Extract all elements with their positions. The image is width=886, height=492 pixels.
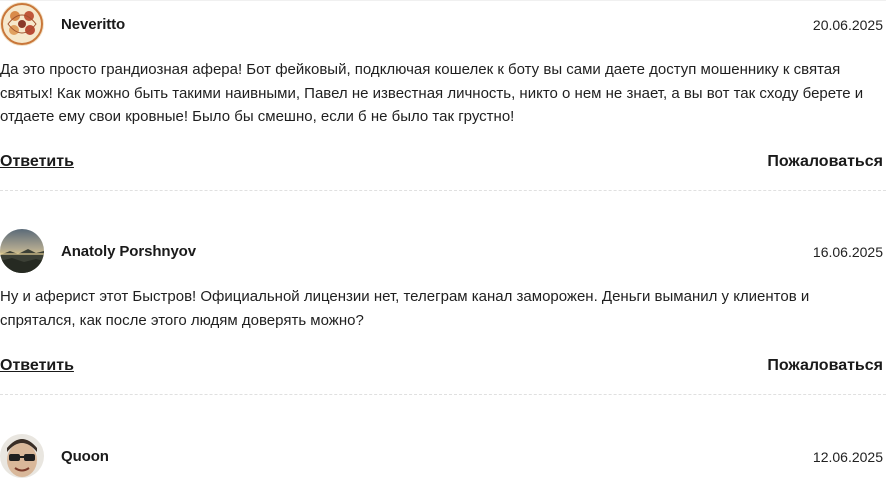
report-link[interactable]: Пожаловаться xyxy=(767,153,883,171)
comment-author: Neveritto xyxy=(61,16,126,33)
comment-date: 20.06.2025 xyxy=(812,17,883,33)
comment-divider xyxy=(0,190,886,191)
top-divider xyxy=(0,0,886,1)
comment-text-line: Ну и аферист этот Быстров! Официальной л… xyxy=(0,288,810,305)
reply-link[interactable]: Ответить xyxy=(0,357,74,375)
reply-link[interactable]: Ответить xyxy=(0,153,74,171)
report-link[interactable]: Пожаловаться xyxy=(767,357,883,375)
comment-text-line: святых! Как можно быть такими наивными, … xyxy=(0,84,864,102)
comment-author: Anatoly Porshnyov xyxy=(61,243,196,260)
comment-date: 12.06.2025 xyxy=(812,449,883,465)
comment-header: Anatoly Porshnyov 16.06.2025 xyxy=(0,229,886,275)
comment-header: Quoon 12.06.2025 xyxy=(0,434,886,480)
comment-text-line: отдаете ему свои кровные! Было бы смешно… xyxy=(0,108,515,125)
avatar[interactable] xyxy=(0,229,44,273)
comment-author: Quoon xyxy=(61,448,109,465)
comment-text: Ну и аферист этот Быстров! Официальной л… xyxy=(0,285,870,332)
comment-text-line: спрятался, как после этого людям доверят… xyxy=(0,311,364,329)
comment-text: Да это просто грандиозная афера! Бот фей… xyxy=(0,58,870,129)
comment-text-line: Да это просто грандиозная афера! Бот фей… xyxy=(0,61,841,78)
comment-header: Neveritto 20.06.2025 xyxy=(0,2,886,48)
avatar[interactable] xyxy=(0,434,44,478)
comment-date: 16.06.2025 xyxy=(812,244,883,260)
avatar[interactable] xyxy=(0,2,44,46)
comment-divider xyxy=(0,394,886,395)
